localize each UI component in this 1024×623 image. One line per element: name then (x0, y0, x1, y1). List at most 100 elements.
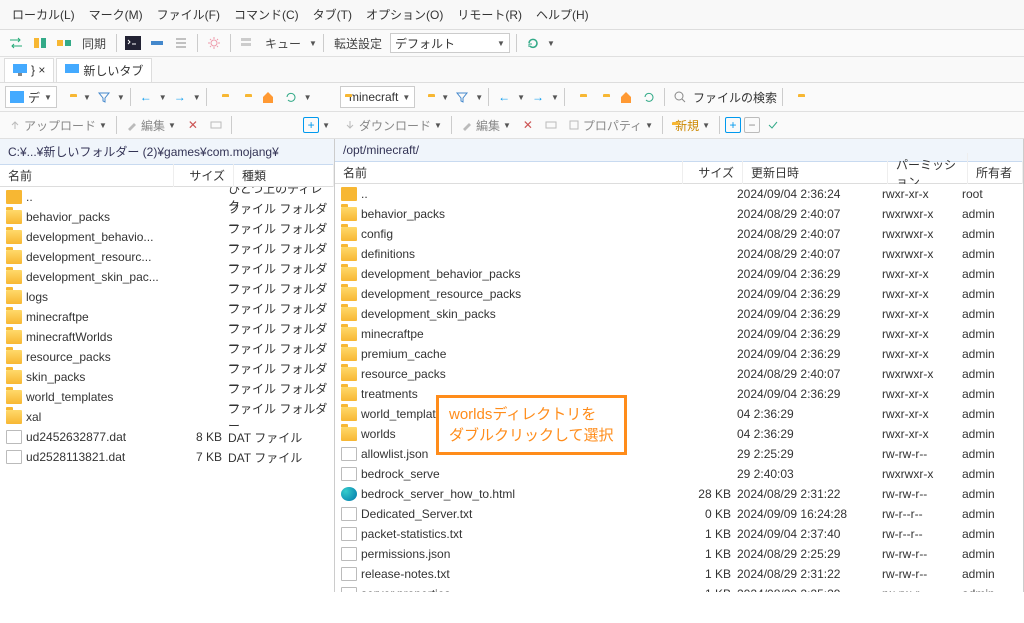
queue-list-icon[interactable] (171, 33, 191, 53)
menu-item[interactable]: ローカル(L) (8, 4, 79, 25)
col-header-name[interactable]: 名前 (335, 161, 683, 184)
root-folder-icon[interactable] (235, 87, 255, 107)
folder-icon (341, 247, 357, 261)
list-item[interactable]: behavior_packs2024/08/29 2:40:07rwxrwxr-… (335, 204, 1023, 224)
list-item[interactable]: bedrock_serve29 2:40:03rwxrwxr-xadmin (335, 464, 1023, 484)
list-item[interactable]: bedrock_server_how_to.html28 KB2024/08/2… (335, 484, 1023, 504)
sync-label[interactable]: 同期 (78, 35, 110, 52)
local-path-bar[interactable]: C:¥...¥新しいフォルダー (2)¥games¥com.mojang¥ (0, 139, 334, 165)
col-header-type[interactable]: 種類 (234, 164, 334, 187)
home-icon[interactable] (616, 87, 636, 107)
list-item[interactable]: server.properties1 KB2024/08/29 2:25:29r… (335, 584, 1023, 592)
file-perm: rwxr-xr-x (882, 307, 962, 321)
sync-folders-icon[interactable] (54, 33, 74, 53)
file-name: development_skin_packs (361, 307, 677, 321)
reload-icon[interactable] (639, 87, 659, 107)
menu-item[interactable]: タブ(T) (309, 4, 356, 25)
menu-item[interactable]: ファイル(F) (153, 4, 224, 25)
list-item[interactable]: premium_cache2024/09/04 2:36:29rwxr-xr-x… (335, 344, 1023, 364)
list-item[interactable]: ud2528113821.dat7 KBDAT ファイル (0, 447, 334, 467)
col-header-name[interactable]: 名前 (0, 164, 174, 187)
root-folder-icon[interactable] (593, 87, 613, 107)
new-item-icon[interactable]: + (725, 117, 741, 133)
queue-button-icon[interactable] (237, 33, 257, 53)
filter-icon[interactable] (452, 87, 472, 107)
col-header-owner[interactable]: 所有者 (968, 161, 1023, 184)
rename-icon[interactable] (206, 115, 226, 135)
list-item[interactable]: release-notes.txt1 KB2024/08/29 2:31:22r… (335, 564, 1023, 584)
rename-icon[interactable] (541, 115, 561, 135)
file-size: 0 KB (677, 507, 737, 521)
transfer-icon[interactable] (147, 33, 167, 53)
transfer-settings-select[interactable]: デフォルト▼ (390, 33, 510, 53)
delete-icon[interactable]: ✕ (183, 115, 203, 135)
list-item[interactable]: minecraftpe2024/09/04 2:36:29rwxr-xr-xad… (335, 324, 1023, 344)
check-icon[interactable] (763, 115, 783, 135)
file-date: 2024/08/29 2:40:07 (737, 207, 882, 221)
home-icon[interactable] (258, 87, 278, 107)
forward-icon[interactable]: → (528, 87, 548, 107)
bookmark-icon[interactable] (788, 87, 808, 107)
remote-file-list[interactable]: ..2024/09/04 2:36:24rwxr-xr-xrootbehavio… (335, 184, 1023, 592)
refresh-icon[interactable] (523, 33, 543, 53)
list-item[interactable]: development_skin_packs2024/09/04 2:36:29… (335, 304, 1023, 324)
back-icon[interactable]: ← (136, 87, 156, 107)
menu-item[interactable]: マーク(M) (85, 4, 147, 25)
find-icon[interactable] (670, 87, 690, 107)
forward-icon[interactable]: → (170, 87, 190, 107)
minus-icon[interactable]: − (744, 117, 760, 133)
list-item[interactable]: definitions2024/08/29 2:40:07rwxrwxr-xad… (335, 244, 1023, 264)
list-item[interactable]: packet-statistics.txt1 KB2024/09/04 2:37… (335, 524, 1023, 544)
queue-dropdown[interactable]: ▼ (309, 39, 317, 48)
menu-item[interactable]: オプション(O) (362, 4, 447, 25)
menu-item[interactable]: リモート(R) (453, 4, 526, 25)
find-files-label[interactable]: ファイルの検索 (693, 89, 777, 106)
new-item-icon[interactable]: + (303, 117, 319, 133)
terminal-icon[interactable] (123, 33, 143, 53)
list-item[interactable]: xalファイル フォルダー (0, 407, 334, 427)
open-folder-icon[interactable] (60, 87, 80, 107)
col-header-size[interactable]: サイズ (683, 161, 743, 184)
list-item[interactable]: development_resource_packs2024/09/04 2:3… (335, 284, 1023, 304)
download-button[interactable]: ダウンロード▼ (340, 117, 446, 134)
reload-dropdown[interactable]: ▼ (304, 93, 312, 102)
list-item[interactable]: development_behavior_packs2024/09/04 2:3… (335, 264, 1023, 284)
col-header-date[interactable]: 更新日時 (743, 161, 888, 184)
col-header-size[interactable]: サイズ (174, 164, 234, 187)
menu-item[interactable]: コマンド(C) (230, 4, 303, 25)
settings-gear-icon[interactable] (204, 33, 224, 53)
sync-left-right-icon[interactable] (6, 33, 26, 53)
file-name: ud2452632877.dat (26, 430, 168, 444)
folder-icon (6, 350, 22, 364)
local-file-list[interactable]: ..ひとつ上のディレクbehavior_packsファイル フォルダーdevel… (0, 187, 334, 592)
right-drive-select[interactable]: minecraft▼ (340, 86, 415, 108)
properties-button[interactable]: プロパティ▼ (564, 117, 657, 134)
back-icon[interactable]: ← (494, 87, 514, 107)
list-item[interactable]: resource_packs2024/08/29 2:40:07rwxrwxr-… (335, 364, 1023, 384)
reload-icon[interactable] (281, 87, 301, 107)
delete-icon[interactable]: ✕ (518, 115, 538, 135)
refresh-dropdown[interactable]: ▼ (547, 39, 555, 48)
list-item[interactable]: config2024/08/29 2:40:07rwxrwxr-xadmin (335, 224, 1023, 244)
menu-item[interactable]: ヘルプ(H) (532, 4, 593, 25)
active-session-tab[interactable]: } × (4, 58, 54, 82)
edit-button[interactable]: 編集▼ (122, 117, 180, 134)
list-item[interactable]: ud2452632877.dat8 KBDAT ファイル (0, 427, 334, 447)
compare-icon[interactable] (30, 33, 50, 53)
list-item[interactable]: Dedicated_Server.txt0 KB2024/09/09 16:24… (335, 504, 1023, 524)
filter-icon[interactable] (94, 87, 114, 107)
folder-icon (341, 267, 357, 281)
new-tab-button[interactable]: 新しいタブ (56, 58, 152, 82)
queue-label[interactable]: キュー (261, 35, 305, 52)
upload-button[interactable]: アップロード▼ (5, 117, 111, 134)
new-button[interactable]: 新規▼ (668, 117, 714, 134)
open-folder-icon[interactable] (418, 87, 438, 107)
file-name: permissions.json (361, 547, 677, 561)
file-type: DAT ファイル (228, 449, 328, 466)
parent-folder-icon[interactable] (570, 87, 590, 107)
parent-folder-icon[interactable] (212, 87, 232, 107)
list-item[interactable]: ..2024/09/04 2:36:24rwxr-xr-xroot (335, 184, 1023, 204)
left-drive-select[interactable]: デ▼ (5, 86, 57, 108)
edit-button[interactable]: 編集▼ (457, 117, 515, 134)
list-item[interactable]: permissions.json1 KB2024/08/29 2:25:29rw… (335, 544, 1023, 564)
